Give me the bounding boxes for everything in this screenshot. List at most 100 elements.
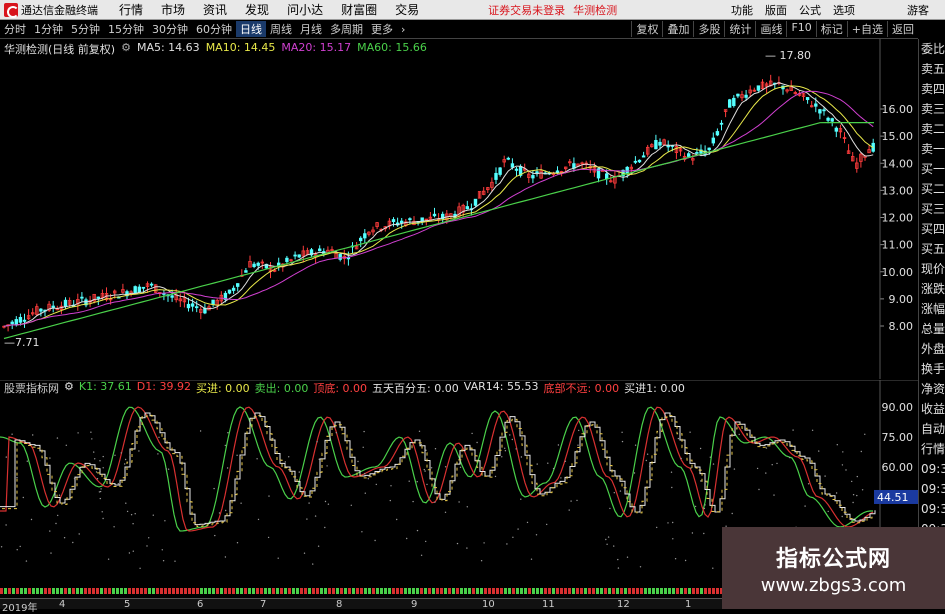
indicator-dot: [94, 458, 96, 460]
f10-button[interactable]: F10: [786, 21, 815, 37]
period-daily[interactable]: 日线: [236, 21, 266, 37]
side-panel-item[interactable]: 买三: [919, 199, 945, 219]
guest-user[interactable]: 游客: [901, 2, 935, 18]
indicator-dot: [444, 466, 447, 468]
side-panel-item[interactable]: 换手: [919, 359, 945, 379]
indicator-dot: [99, 497, 102, 500]
side-panel-item[interactable]: 现价: [919, 259, 945, 279]
side-panel-item[interactable]: 09:30: [919, 459, 945, 479]
menu-function[interactable]: 功能: [725, 2, 759, 18]
indicator-dot: [607, 536, 610, 538]
indicator-dot: [240, 502, 242, 504]
candle-body: [235, 283, 240, 287]
adjust-button[interactable]: 复权: [631, 21, 662, 37]
side-panel-item[interactable]: 买一: [919, 159, 945, 179]
menu-discover[interactable]: 发现: [236, 1, 278, 18]
indicator-dot: [107, 558, 110, 560]
menu-ask[interactable]: 问小达: [278, 1, 332, 18]
indicator-dot: [703, 532, 705, 535]
signal-bar: [620, 588, 623, 594]
mark-button[interactable]: 标记: [815, 21, 847, 37]
period-1min[interactable]: 1分钟: [30, 21, 67, 37]
indicator-dot: [73, 477, 76, 480]
side-panel-item[interactable]: 买二: [919, 179, 945, 199]
indicator-gear-icon[interactable]: ⚙: [64, 380, 74, 396]
side-panel-item[interactable]: 总量: [919, 319, 945, 339]
price-chart[interactable]: 16.00 15.00 14.00 13.00 12.00 11.00 10.00 9.00 8…: [0, 39, 918, 379]
period-5min[interactable]: 5分钟: [67, 21, 104, 37]
add-watchlist-button[interactable]: +自选: [846, 21, 887, 37]
menu-trade[interactable]: 交易: [386, 1, 428, 18]
candle-body: [719, 122, 724, 125]
side-panel-item[interactable]: 卖四: [919, 79, 945, 99]
side-panel-item[interactable]: 涨幅: [919, 299, 945, 319]
signal-bar: [468, 588, 471, 594]
side-panel-item[interactable]: 买五: [919, 239, 945, 259]
side-panel-item[interactable]: 外盘: [919, 339, 945, 359]
candle-body: [14, 319, 18, 326]
period-30min[interactable]: 30分钟: [148, 21, 192, 37]
back-button[interactable]: 返回: [887, 21, 918, 37]
side-panel-item[interactable]: 自动: [919, 419, 945, 439]
menu-news[interactable]: 资讯: [194, 1, 236, 18]
price-axis-tick: 14.00: [882, 157, 914, 170]
indicator-dot: [236, 454, 238, 456]
side-panel-item[interactable]: 卖一: [919, 139, 945, 159]
indicator-dot: [501, 456, 503, 458]
menu-wealth[interactable]: 财富圈: [332, 1, 386, 18]
menu-market[interactable]: 市场: [152, 1, 194, 18]
signal-bar: [236, 588, 239, 594]
period-15min[interactable]: 15分钟: [104, 21, 148, 37]
draw-line-button[interactable]: 画线: [755, 21, 786, 37]
gear-icon[interactable]: ⚙: [121, 41, 131, 57]
indicator-k: K1: 37.61: [78, 380, 132, 393]
candle-body: [715, 131, 720, 136]
chevron-right-icon[interactable]: ›: [397, 23, 409, 36]
side-panel-item[interactable]: 行情: [919, 439, 945, 459]
menu-market-quotes[interactable]: 行情: [110, 1, 152, 18]
side-panel-item[interactable]: 涨跌: [919, 279, 945, 299]
indicator-dot: [303, 490, 306, 493]
overlay-button[interactable]: 叠加: [662, 21, 693, 37]
side-panel-item[interactable]: 买四: [919, 219, 945, 239]
period-60min[interactable]: 60分钟: [192, 21, 236, 37]
indicator-dot: [613, 545, 615, 547]
period-weekly[interactable]: 周线: [266, 21, 296, 37]
side-panel-item[interactable]: 09:30: [919, 499, 945, 519]
ma60-value: MA60: 15.66: [357, 41, 427, 54]
candle-body: [498, 167, 502, 175]
signal-bar: [40, 588, 43, 594]
signal-bar: [660, 588, 663, 594]
indicator-dot: [617, 567, 620, 569]
indicator-legend: 股票指标网 ⚙ K1: 37.61 D1: 39.92 买进: 0.00 卖出:…: [4, 380, 685, 396]
price-chart-canvas[interactable]: 16.00 15.00 14.00 13.00 12.00 11.00 10.00 9.00 8…: [0, 39, 918, 379]
side-panel-item[interactable]: 委比: [919, 39, 945, 59]
period-more[interactable]: 更多: [367, 21, 397, 37]
side-panel-item[interactable]: 净资: [919, 379, 945, 399]
indicator-dot: [362, 446, 364, 448]
side-panel-item[interactable]: 09:30: [919, 479, 945, 499]
menu-formula[interactable]: 公式: [793, 2, 827, 18]
candle-body: [756, 85, 761, 91]
side-panel-item[interactable]: 卖三: [919, 99, 945, 119]
statistics-button[interactable]: 统计: [724, 21, 755, 37]
signal-bar: [8, 588, 11, 594]
period-monthly[interactable]: 月线: [296, 21, 326, 37]
period-multi[interactable]: 多周期: [326, 21, 367, 37]
candle-body: [535, 171, 539, 174]
side-panel-item[interactable]: 收益: [919, 399, 945, 419]
indicator-dot: [430, 467, 433, 469]
side-panel-item[interactable]: 卖二: [919, 119, 945, 139]
signal-bar: [76, 588, 79, 594]
multi-stock-button[interactable]: 多股: [693, 21, 724, 37]
indicator-dot: [16, 549, 18, 551]
login-status[interactable]: 证券交易未登录: [488, 2, 565, 18]
side-panel-item[interactable]: 卖五: [919, 59, 945, 79]
menu-layout[interactable]: 版面: [759, 2, 793, 18]
signal-bar: [400, 588, 403, 594]
period-tick[interactable]: 分时: [0, 21, 30, 37]
indicator-dot: [646, 453, 649, 455]
menu-options[interactable]: 选项: [827, 2, 861, 18]
indicator-dot: [272, 437, 274, 440]
signal-bar: [260, 588, 263, 594]
